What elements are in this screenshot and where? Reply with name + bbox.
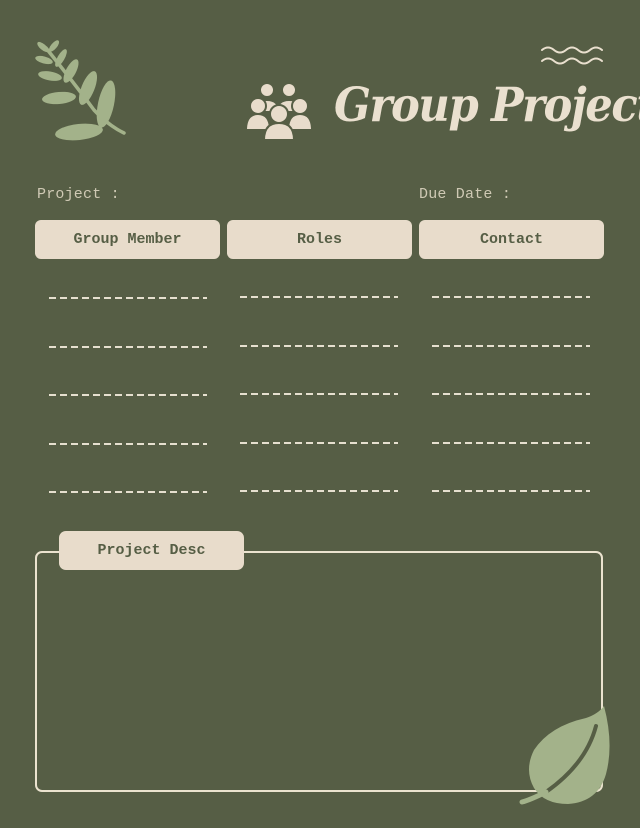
blank-line-contact[interactable]	[432, 345, 590, 347]
people-group-icon	[246, 82, 312, 141]
page-title: Group Project	[334, 78, 640, 133]
project-label: Project :	[37, 186, 120, 203]
branch-icon	[35, 40, 126, 141]
blank-line-role[interactable]	[240, 393, 398, 395]
blank-line-contact[interactable]	[432, 296, 590, 298]
blank-line-role[interactable]	[240, 490, 398, 492]
blank-line-contact[interactable]	[432, 442, 590, 444]
blank-line-member[interactable]	[49, 394, 207, 396]
blank-line-member[interactable]	[49, 346, 207, 348]
leaf-icon	[519, 706, 610, 805]
blank-line-role[interactable]	[240, 345, 398, 347]
column-header-group-member: Group Member	[35, 220, 220, 259]
blank-line-member[interactable]	[49, 491, 207, 493]
blank-line-member[interactable]	[49, 443, 207, 445]
blank-line-member[interactable]	[49, 297, 207, 299]
blank-line-role[interactable]	[240, 442, 398, 444]
blank-line-role[interactable]	[240, 296, 398, 298]
blank-line-contact[interactable]	[432, 490, 590, 492]
column-header-roles: Roles	[227, 220, 412, 259]
waves-icon	[541, 46, 603, 65]
blank-line-contact[interactable]	[432, 393, 590, 395]
project-description-label: Project Desc	[59, 531, 244, 570]
due-date-label: Due Date :	[419, 186, 512, 203]
column-header-contact: Contact	[419, 220, 604, 259]
